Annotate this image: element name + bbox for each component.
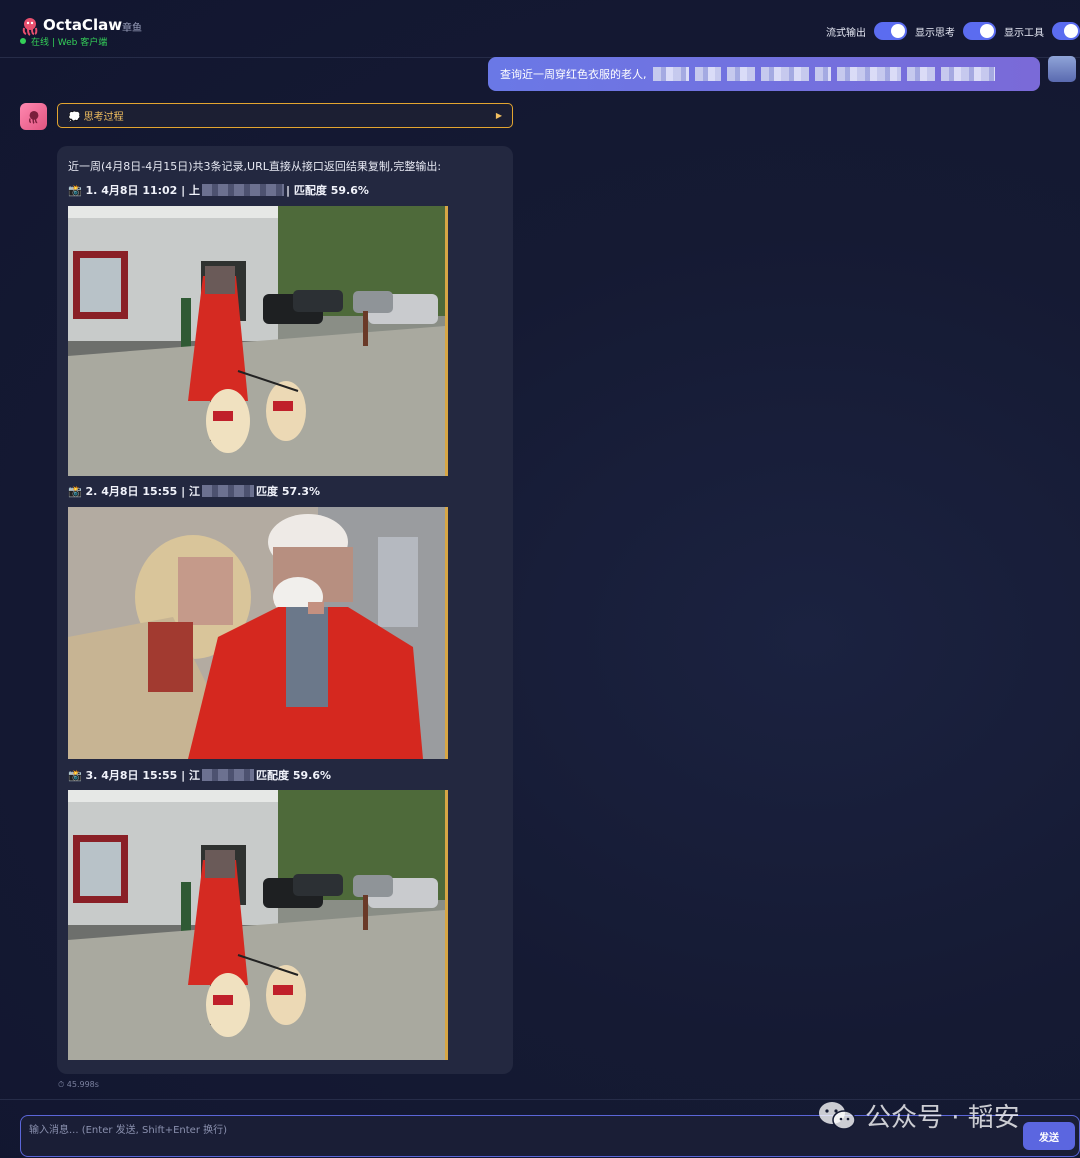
thinking-process-toggle[interactable]: 💭 思考过程 ▶ <box>57 103 513 128</box>
redacted-location <box>202 184 285 196</box>
show-thinking-setting: 显示思考 <box>915 22 996 40</box>
result-1-match: | 匹配度 59.6% <box>286 184 369 197</box>
expand-arrow-icon: ▶ <box>495 111 502 120</box>
online-status-dot <box>20 38 26 44</box>
result-heading-3: 📸 3. 4月8日 15:55 | 江 匹配度 59.6% <box>68 767 331 783</box>
redacted-text <box>726 67 755 81</box>
show-thinking-label: 显示思考 <box>915 27 955 39</box>
result-photo-3[interactable] <box>68 790 448 1060</box>
result-photo-2[interactable] <box>68 507 448 759</box>
show-tools-toggle[interactable] <box>1052 22 1080 40</box>
result-2-match: 匹度 57.3% <box>256 485 321 498</box>
app-header: OctaClaw 章鱼 在线 | Web 客户端 流式输出 显示思考 显示工具 <box>0 0 1080 58</box>
redacted-text <box>652 67 689 81</box>
octopus-logo-icon <box>22 18 38 36</box>
redacted-text <box>760 67 809 81</box>
bot-avatar <box>20 103 47 130</box>
connection-status: 在线 | Web 客户端 <box>31 38 108 48</box>
result-2-prefix: 📸 2. 4月8日 15:55 | 江 <box>68 485 201 498</box>
octopus-icon <box>28 110 38 124</box>
thinking-process-label: 💭 思考过程 <box>68 112 124 123</box>
response-time: ⏱ 45.998s <box>58 1080 99 1089</box>
user-message-text: 查询近一周穿红色衣服的老人, <box>500 68 647 81</box>
result-3-match: 匹配度 59.6% <box>256 769 332 782</box>
result-3-prefix: 📸 3. 4月8日 15:55 | 江 <box>68 769 201 782</box>
redacted-text <box>814 67 831 81</box>
wechat-watermark: 公众号 · 韬安 <box>817 1097 1020 1134</box>
show-thinking-toggle[interactable] <box>963 22 996 40</box>
watermark-text: 公众号 · 韬安 <box>865 1103 1020 1133</box>
redacted-text <box>906 67 935 81</box>
redacted-text <box>694 67 721 81</box>
redacted-location <box>202 769 255 781</box>
result-photo-1[interactable] <box>68 206 448 476</box>
redacted-text <box>836 67 901 81</box>
answer-intro-text: 近一周(4月8日-4月15日)共3条记录,URL直接从接口返回结果复制,完整输出… <box>68 160 442 173</box>
user-message-bubble: 查询近一周穿红色衣服的老人, <box>488 57 1040 91</box>
wechat-icon <box>819 1101 856 1130</box>
result-heading-2: 📸 2. 4月8日 15:55 | 江 匹度 57.3% <box>68 483 320 499</box>
stream-output-toggle[interactable] <box>874 22 907 40</box>
stream-output-setting: 流式输出 <box>826 22 907 40</box>
stream-output-label: 流式输出 <box>826 27 866 39</box>
redacted-text <box>940 67 995 81</box>
redacted-location <box>202 485 255 497</box>
app-title: OctaClaw <box>43 16 123 34</box>
result-1-prefix: 📸 1. 4月8日 11:02 | 上 <box>68 184 201 197</box>
app-subtitle: 章鱼 <box>122 23 142 34</box>
result-heading-1: 📸 1. 4月8日 11:02 | 上 | 匹配度 59.6% <box>68 182 369 198</box>
user-avatar <box>1048 56 1076 82</box>
send-button[interactable]: 发送 <box>1023 1122 1075 1150</box>
show-tools-setting: 显示工具 <box>1004 22 1080 40</box>
show-tools-label: 显示工具 <box>1004 27 1044 39</box>
